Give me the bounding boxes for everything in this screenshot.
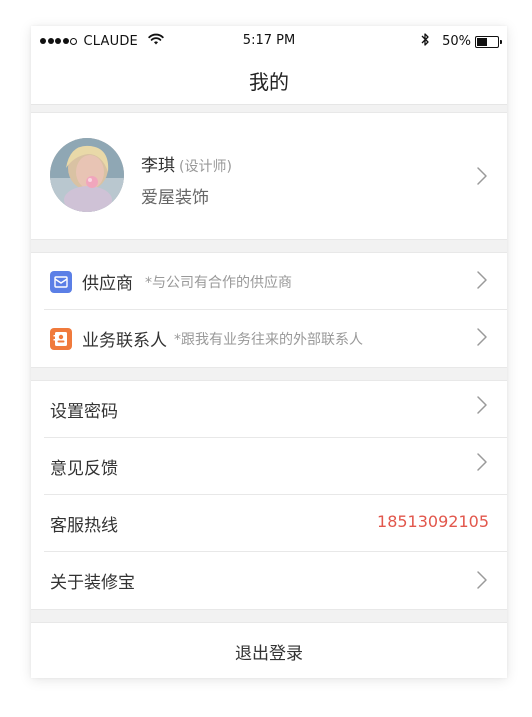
profile-name: 李琪 <box>141 156 175 176</box>
hotline-label: 客服热线 <box>50 516 118 536</box>
supplier-icon <box>50 271 72 293</box>
page-title: 我的 <box>249 70 289 94</box>
logout-label: 退出登录 <box>235 644 303 664</box>
chevron-right-icon <box>475 570 489 590</box>
avatar[interactable] <box>50 138 124 212</box>
battery-percent: 50% <box>442 34 471 49</box>
about-label: 关于装修宝 <box>50 573 135 593</box>
chevron-right-icon <box>475 452 489 472</box>
contacts-group: 供应商 *与公司有合作的供应商 业务联系人 *跟我有业务往来的外部联系人 <box>31 252 507 368</box>
chevron-right-icon <box>475 270 489 290</box>
set-password-label: 设置密码 <box>50 402 118 422</box>
business-contacts-label: 业务联系人 <box>82 331 167 351</box>
list-item-feedback[interactable]: 意见反馈 <box>31 438 507 495</box>
avatar-image <box>50 138 124 212</box>
list-item-set-password[interactable]: 设置密码 <box>31 381 507 438</box>
profile-card[interactable]: 李琪 (设计师) 爱屋装饰 <box>31 112 507 240</box>
battery-icon <box>475 35 502 48</box>
contact-card-icon <box>50 328 72 350</box>
list-item-hotline[interactable]: 客服热线 18513092105 <box>31 495 507 552</box>
settings-group: 设置密码 意见反馈 客服热线 18513092105 关于装修宝 <box>31 380 507 610</box>
hotline-number[interactable]: 18513092105 <box>377 512 489 531</box>
profile-name-row: 李琪 (设计师) <box>141 151 232 176</box>
supplier-hint: *与公司有合作的供应商 <box>145 275 292 291</box>
list-item-about[interactable]: 关于装修宝 <box>31 552 507 609</box>
feedback-label: 意见反馈 <box>50 459 118 479</box>
chevron-right-icon <box>475 327 489 347</box>
logout-button[interactable]: 退出登录 <box>31 622 507 678</box>
status-bar: CLAUDE 5:17 PM 50% <box>31 26 507 56</box>
nav-bar: 我的 <box>31 56 507 105</box>
bluetooth-icon <box>421 32 430 51</box>
supplier-label: 供应商 <box>82 274 133 294</box>
list-item-business-contacts[interactable]: 业务联系人 *跟我有业务往来的外部联系人 <box>31 310 507 367</box>
business-contacts-hint: *跟我有业务往来的外部联系人 <box>174 332 363 348</box>
chevron-right-icon <box>475 395 489 415</box>
battery-fill <box>477 37 487 46</box>
profile-role: (设计师) <box>179 159 232 175</box>
profile-company: 爱屋装饰 <box>141 188 209 208</box>
list-item-supplier[interactable]: 供应商 *与公司有合作的供应商 <box>31 253 507 310</box>
battery-nub <box>500 39 502 44</box>
chevron-right-icon <box>475 166 489 186</box>
status-right: 50% <box>421 32 502 51</box>
phone-screen: CLAUDE 5:17 PM 50% 我的 李琪 (设计师) 爱屋装饰 供应商 … <box>31 26 507 678</box>
